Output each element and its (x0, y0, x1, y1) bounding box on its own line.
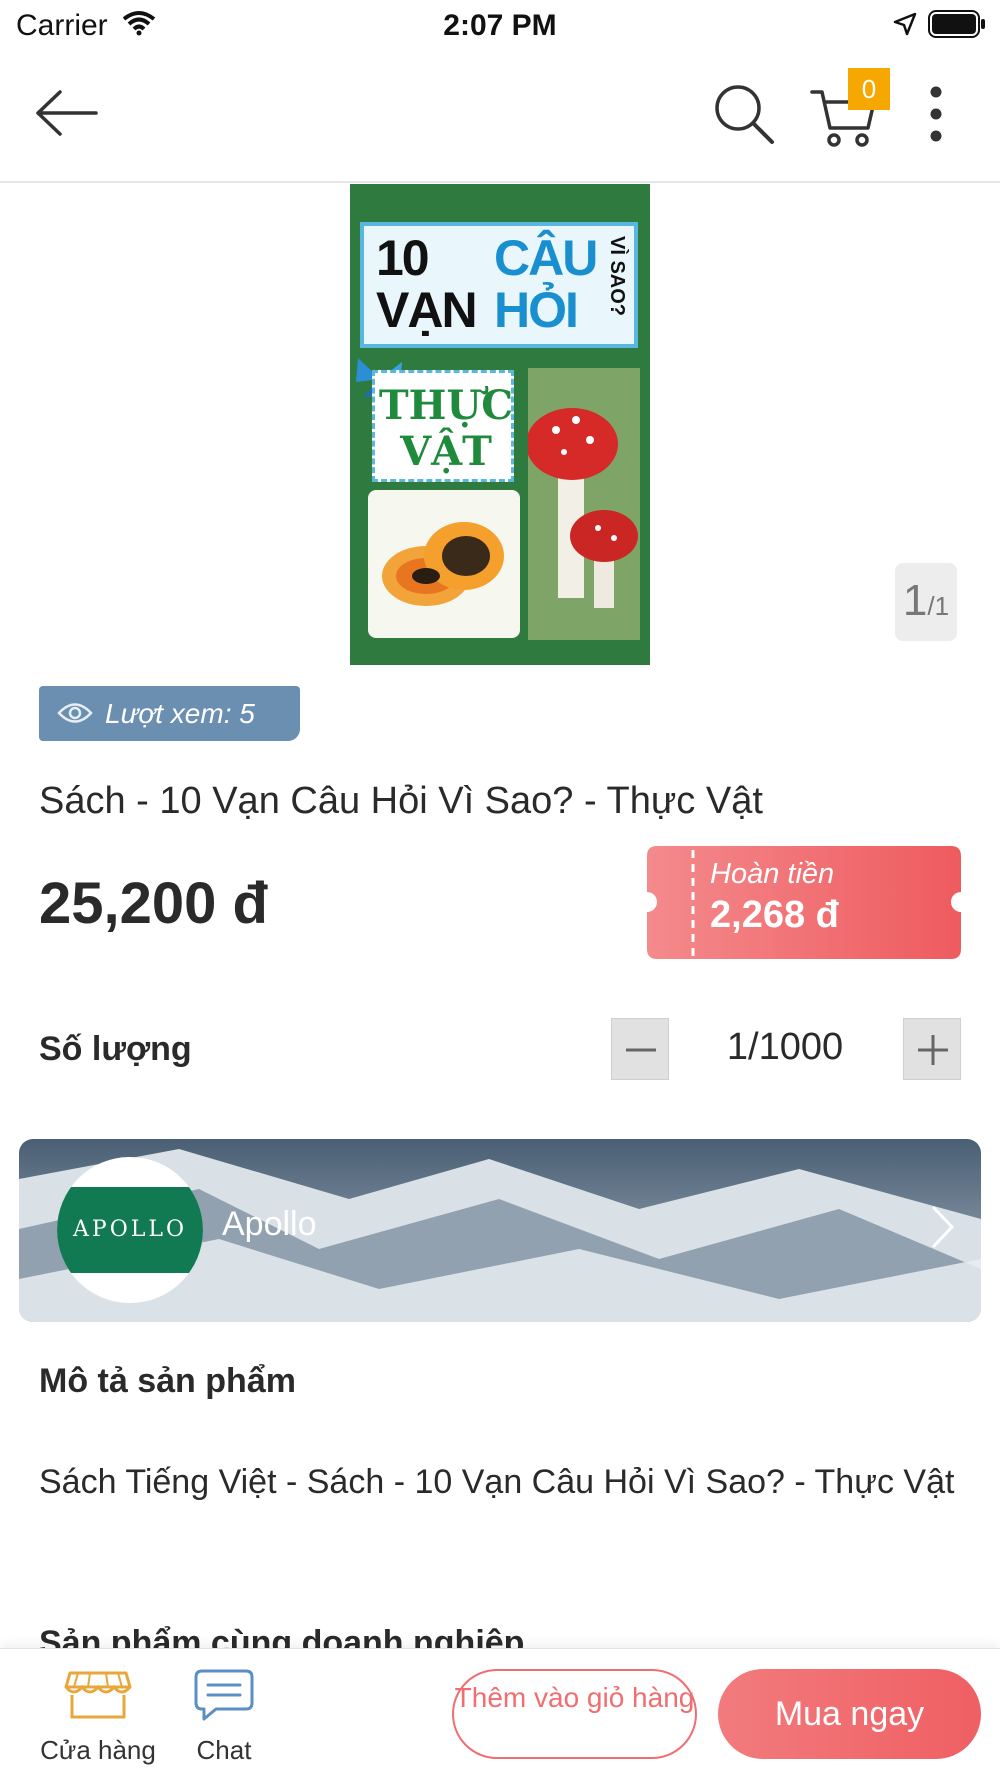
papaya-icon (382, 522, 504, 606)
description-text: Sách Tiếng Việt - Sách - 10 Vạn Câu Hỏi … (39, 1463, 955, 1501)
arrow-left-icon[interactable] (34, 88, 100, 138)
quantity-value: 1/1000 (726, 1026, 844, 1068)
image-counter-current: 1 (902, 576, 928, 625)
store-tab-label: Cửa hàng (40, 1735, 156, 1765)
chevron-right-icon (932, 1206, 955, 1248)
cover-subtitle: THỰC VẬT (378, 382, 514, 475)
chat-bubble-icon (194, 1669, 254, 1721)
store-name: Apollo (222, 1205, 317, 1243)
store-logo: APOLLO (57, 1157, 203, 1303)
buy-now-button[interactable]: Mua ngay (718, 1669, 981, 1759)
location-arrow-icon (893, 12, 917, 36)
mushroom-icon (526, 368, 640, 640)
more-vertical-icon[interactable] (918, 84, 954, 144)
add-to-cart-button[interactable]: Thêm vào giỏ hàng (452, 1669, 697, 1759)
quantity-label: Số lượng (39, 1030, 192, 1068)
cashback-ticket: Hoàn tiền 2,268 đ (647, 846, 961, 959)
mushroom-illustration (526, 368, 640, 640)
store-banner[interactable]: APOLLO Apollo (19, 1139, 981, 1322)
cover-title-right: CÂU HỎI (494, 230, 598, 338)
eye-icon (57, 703, 93, 723)
product-price: 25,200 đ (39, 871, 268, 936)
chat-tab-label: Chat (196, 1735, 252, 1765)
search-icon[interactable] (712, 82, 776, 146)
storefront-icon (64, 1671, 132, 1719)
product-title: Sách - 10 Vạn Câu Hỏi Vì Sao? - Thực Vật (39, 780, 763, 822)
bottom-action-bar: Cửa hàng Chat Thêm vào giỏ hàng Mua ngay (0, 1648, 1000, 1778)
battery-icon (928, 10, 985, 38)
cover-title-left: 10 VẠN (376, 230, 478, 338)
store-tab[interactable]: Cửa hàng (36, 1667, 160, 1767)
description-heading: Mô tả sản phẩm (39, 1362, 296, 1400)
image-counter: 1/1 (895, 563, 957, 641)
minus-icon (626, 1048, 656, 1052)
status-time: 2:07 PM (443, 9, 557, 42)
top-nav: 0 (0, 50, 1000, 183)
store-logo-text: APOLLO (57, 1187, 203, 1273)
quantity-increase-button[interactable] (903, 1018, 961, 1080)
views-count: Lượt xem: 5 (105, 698, 255, 729)
plus-icon (918, 1035, 948, 1065)
cover-title-vertical: VÌ SAO? (606, 236, 628, 317)
cashback-label: Hoàn tiền (710, 858, 835, 890)
cashback-amount: 2,268 đ (710, 894, 839, 936)
status-bar: Carrier 2:07 PM (0, 0, 1000, 50)
cover-subtitle-box: THỰC VẬT (372, 370, 514, 482)
cart-count-badge: 0 (848, 68, 890, 110)
chat-tab[interactable]: Chat (184, 1667, 264, 1767)
papaya-illustration (368, 490, 520, 638)
quantity-decrease-button[interactable] (611, 1018, 669, 1080)
book-cover-title: 10 VẠN CÂU HỎI VÌ SAO? (360, 222, 638, 348)
views-badge: Lượt xem: 5 (39, 686, 300, 741)
image-counter-total: /1 (927, 591, 950, 621)
product-image[interactable]: 10 VẠN CÂU HỎI VÌ SAO? THỰC VẬT (350, 184, 650, 665)
